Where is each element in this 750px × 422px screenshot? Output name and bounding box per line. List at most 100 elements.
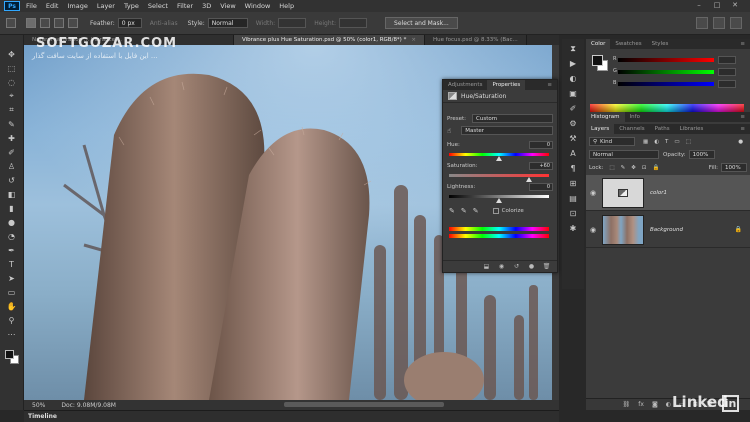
menu-filter[interactable]: Filter (177, 2, 193, 10)
properties-icon[interactable]: ✱ (567, 223, 579, 234)
eyedropper-tool-icon[interactable]: ✎ (4, 117, 20, 131)
menu-help[interactable]: Help (279, 2, 294, 10)
history-icon[interactable]: ⧗ (567, 43, 579, 54)
notes-icon[interactable]: ▤ (567, 193, 579, 204)
saturation-input[interactable]: +60 (529, 162, 553, 170)
tab-swatches[interactable]: Swatches (610, 39, 646, 49)
panel-menu-icon[interactable]: ≡ (735, 39, 750, 49)
minimize-button[interactable]: – (690, 1, 708, 9)
tab-vibrance-hue-saturation[interactable]: Vibrance plus Hue Saturation.psd @ 50% (… (234, 35, 425, 45)
pen-tool-icon[interactable]: ✒ (4, 243, 20, 257)
menu-window[interactable]: Window (245, 2, 271, 10)
lightness-input[interactable]: 0 (529, 183, 553, 191)
subtract-selection-icon[interactable] (54, 18, 64, 28)
mask-icon[interactable]: ◙ (652, 401, 658, 408)
filter-smart-icon[interactable]: ⬚ (686, 139, 691, 145)
hue-slider-thumb[interactable] (496, 156, 502, 161)
tab-layers[interactable]: Layers (586, 124, 615, 134)
more-tools-icon[interactable]: ⋯ (4, 327, 20, 341)
layer-row-background[interactable]: ◉ Background 🔒 (586, 212, 750, 248)
color-foreground-swatch[interactable] (592, 55, 603, 66)
eye-icon[interactable]: ◉ (586, 189, 600, 197)
menu-image[interactable]: Image (67, 2, 87, 10)
blue-value[interactable] (718, 80, 736, 88)
filter-adjust-icon[interactable]: ◐ (654, 139, 659, 145)
zoom-level[interactable]: 50% (32, 402, 45, 409)
crop-tool-icon[interactable]: ⌗ (4, 103, 20, 117)
tab-hue-focus[interactable]: Hue focus.psd @ 8.33% (Bac... (424, 35, 527, 45)
link-layers-icon[interactable]: ⛓ (623, 401, 631, 408)
green-value[interactable] (718, 68, 736, 76)
filter-kind-select[interactable]: ⚲ Kind (589, 137, 635, 146)
blur-tool-icon[interactable]: ● (4, 215, 20, 229)
hand-tool-icon[interactable]: ✋ (4, 299, 20, 313)
marquee-tool-icon[interactable]: ⬚ (4, 61, 20, 75)
glyphs-icon[interactable]: ⊞ (567, 178, 579, 189)
lock-artboard-icon[interactable]: ⊡ (642, 165, 647, 171)
tab-paths[interactable]: Paths (650, 124, 675, 134)
fx-icon[interactable]: fx (638, 401, 644, 408)
clone-source-icon[interactable]: ⚙ (567, 118, 579, 129)
menu-file[interactable]: File (26, 2, 37, 10)
play-actions-icon[interactable]: ▶ (567, 58, 579, 69)
search-icon[interactable] (696, 17, 708, 29)
tab-adjustments[interactable]: Adjustments (443, 82, 487, 88)
tab-libraries[interactable]: Libraries (675, 124, 709, 134)
tab-properties[interactable]: Properties (487, 80, 526, 90)
menu-layer[interactable]: Layer (97, 2, 115, 10)
lock-all-icon[interactable]: 🔒 (652, 165, 659, 171)
path-select-icon[interactable]: ➤ (4, 271, 20, 285)
move-tool-icon[interactable]: ✥ (4, 47, 20, 61)
channel-select[interactable]: Master (461, 126, 553, 135)
menu-view[interactable]: View (220, 2, 235, 10)
layer-row-color1[interactable]: ◉ color1 (586, 175, 750, 211)
adjustment-layer-icon[interactable]: ◐ (666, 401, 671, 408)
delete-icon[interactable]: 🗑 (542, 263, 551, 271)
filter-pixel-icon[interactable]: ▦ (643, 139, 648, 145)
timeline-panel[interactable]: Timeline (24, 410, 559, 422)
workspace-icon[interactable] (713, 17, 725, 29)
feather-input[interactable]: 0 px (117, 18, 142, 28)
red-value[interactable] (718, 56, 736, 64)
menu-type[interactable]: Type (124, 2, 139, 10)
adjustment-layer-thumbnail[interactable] (602, 177, 644, 208)
width-input[interactable] (278, 18, 307, 28)
healing-tool-icon[interactable]: ✚ (4, 131, 20, 145)
zoom-tool-icon[interactable]: ⚲ (4, 313, 20, 327)
opacity-input[interactable]: 100% (688, 150, 715, 159)
stamp-tool-icon[interactable]: ♙ (4, 159, 20, 173)
add-selection-icon[interactable] (40, 18, 50, 28)
tab-color[interactable]: Color (586, 39, 611, 49)
height-input[interactable] (339, 18, 368, 28)
lasso-tool-icon[interactable]: ◌ (4, 75, 20, 89)
hand-target-icon[interactable]: ☝ (447, 127, 451, 135)
gradient-tool-icon[interactable]: ▮ (4, 201, 20, 215)
style-select[interactable]: Normal (207, 18, 248, 28)
visibility-icon[interactable]: ● (527, 263, 536, 271)
tab-channels[interactable]: Channels (614, 124, 649, 134)
filter-shape-icon[interactable]: ▭ (674, 139, 679, 145)
new-selection-icon[interactable] (26, 18, 36, 28)
dodge-tool-icon[interactable]: ◔ (4, 229, 20, 243)
tab-histogram[interactable]: Histogram (586, 112, 625, 122)
background-layer-thumbnail[interactable] (602, 214, 644, 245)
panel-menu-icon[interactable]: ≡ (542, 82, 557, 88)
character-icon[interactable]: A (567, 148, 579, 159)
saturation-slider-track[interactable] (449, 174, 549, 177)
marquee-tool-preset-icon[interactable] (6, 18, 16, 28)
quick-select-tool-icon[interactable]: ⌖ (4, 89, 20, 103)
eraser-tool-icon[interactable]: ◧ (4, 187, 20, 201)
reset-icon[interactable]: ↺ (512, 263, 521, 271)
hue-input[interactable]: 0 (529, 141, 553, 149)
green-slider[interactable] (618, 70, 714, 74)
red-slider[interactable] (618, 58, 714, 62)
panel-menu-icon[interactable]: ≡ (735, 112, 750, 122)
filter-type-icon[interactable]: T (665, 139, 668, 145)
eye-icon[interactable]: ◉ (586, 226, 600, 234)
navigator-icon[interactable]: ⊡ (567, 208, 579, 219)
adjustments-icon[interactable]: ◐ (567, 73, 579, 84)
select-and-mask-button[interactable]: Select and Mask... (385, 17, 458, 29)
eyedropper-minus-icon[interactable]: ✎ (473, 207, 479, 215)
antialias-label[interactable]: Anti-alias (150, 20, 178, 27)
colorize-checkbox[interactable]: Colorize (492, 208, 524, 214)
